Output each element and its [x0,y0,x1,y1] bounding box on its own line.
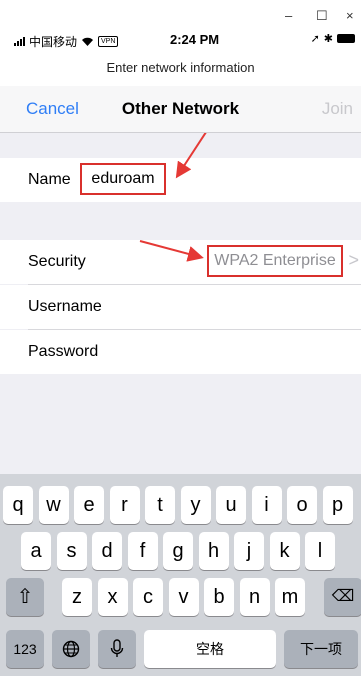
key-y[interactable]: y [180,486,211,524]
nav-bar: Cancel Other Network Join [0,86,361,133]
bluetooth-icon: ✱ [323,33,333,45]
name-label: Name [28,171,71,188]
join-button[interactable]: Join [322,99,353,119]
security-row[interactable]: Security WPA2 Enterprise > [0,240,361,284]
carrier-label: 中国移动 [29,35,78,49]
maximize-button[interactable]: ☐ [316,8,328,24]
password-label: Password [28,343,99,360]
key-w[interactable]: w [38,486,69,524]
shift-key[interactable]: ⇧ [6,578,44,616]
username-label: Username [28,298,102,315]
key-b[interactable]: b [204,578,234,616]
globe-icon[interactable] [52,630,90,668]
status-bar: 中国移动 VPN 2:24 PM ➚ ✱ [0,28,361,50]
keyboard: qwertyuiop asdfghjkl zxcvbnm ⇧ ⌫ 123 空格 … [0,474,361,676]
key-n[interactable]: n [239,578,270,616]
key-s[interactable]: s [56,532,87,570]
form-area: Name eduroam Security WPA2 Enterprise > … [0,133,361,474]
close-button[interactable]: × [346,8,354,23]
next-key[interactable]: 下一项 [284,630,358,668]
key-z[interactable]: z [62,578,92,616]
key-x[interactable]: x [97,578,128,616]
key-o[interactable]: o [287,486,317,524]
key-e[interactable]: e [74,486,104,524]
key-t[interactable]: t [145,486,175,524]
prompt-text: Enter network information [106,60,255,75]
name-field[interactable]: eduroam [80,163,166,195]
password-row[interactable]: Password [0,330,361,374]
wifi-icon [82,37,94,46]
key-d[interactable]: d [92,532,122,570]
key-f[interactable]: f [127,532,158,570]
vpn-badge: VPN [98,36,119,47]
carrier-group: 中国移动 VPN [14,33,119,50]
minimize-button[interactable]: – [285,8,292,23]
window-chrome: – ☐ × [0,0,361,28]
key-k[interactable]: k [269,532,300,570]
battery-icon [337,34,355,43]
signal-icon [14,37,25,46]
security-label: Security [28,253,86,270]
microphone-icon[interactable] [98,630,136,668]
delete-key[interactable]: ⌫ [324,578,361,616]
key-l[interactable]: l [305,532,335,570]
security-value[interactable]: WPA2 Enterprise [207,245,343,277]
key-m[interactable]: m [275,578,305,616]
key-c[interactable]: c [133,578,163,616]
key-v[interactable]: v [168,578,199,616]
space-key[interactable]: 空格 [144,630,276,668]
key-q[interactable]: q [3,486,33,524]
key-j[interactable]: j [234,532,264,570]
location-icon: ➚ [310,33,320,45]
numbers-key[interactable]: 123 [6,630,44,668]
key-a[interactable]: a [21,532,51,570]
username-row[interactable]: Username [0,285,361,329]
key-g[interactable]: g [163,532,193,570]
status-right-icons: ➚ ✱ [311,32,355,45]
key-u[interactable]: u [216,486,246,524]
page-title: Other Network [121,99,240,118]
key-p[interactable]: p [322,486,353,524]
key-r[interactable]: r [109,486,140,524]
key-i[interactable]: i [251,486,282,524]
key-h[interactable]: h [198,532,229,570]
chevron-right-icon: > [348,250,359,270]
status-time: 2:24 PM [170,32,220,47]
name-row[interactable]: Name eduroam [0,158,361,202]
